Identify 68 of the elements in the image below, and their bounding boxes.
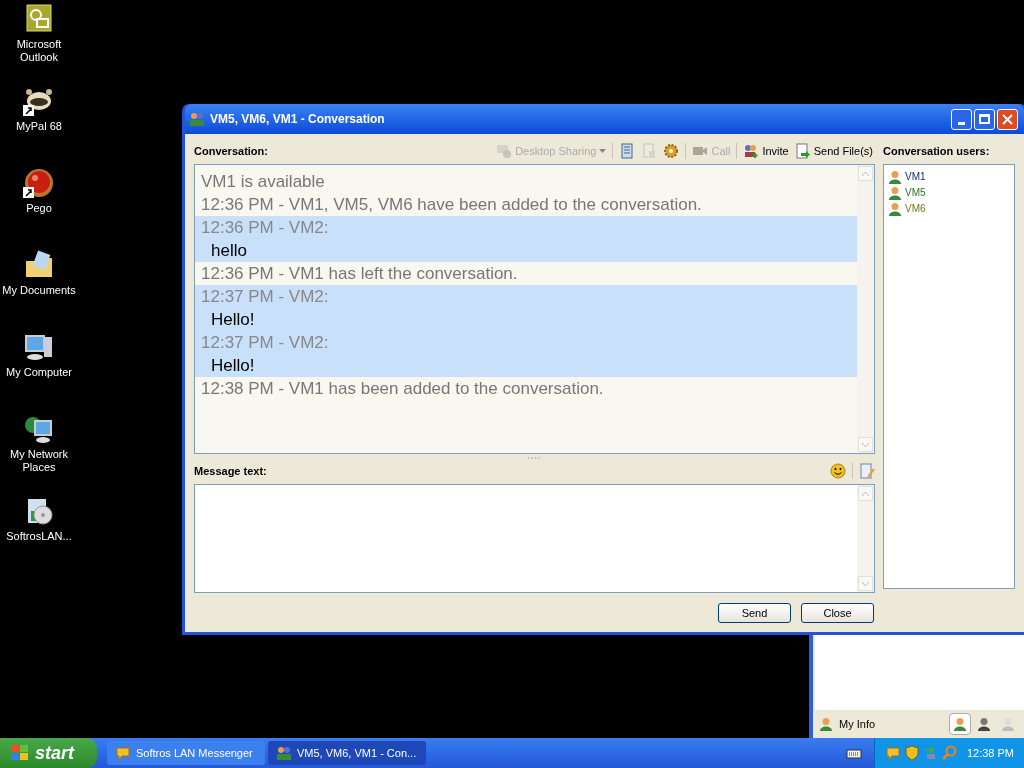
taskbar-button[interactable]: VM5, VM6, VM1 - Con... [268, 741, 426, 765]
document-pen-icon[interactable] [859, 463, 875, 479]
chevron-up-icon [862, 491, 869, 496]
toolbar-button[interactable]: Invite [741, 141, 791, 161]
shield-icon[interactable] [904, 745, 919, 761]
person-icon [953, 717, 967, 731]
status-line: 12:36 PM - VM1 has left the conversation. [200, 263, 519, 285]
desktop-icon-label[interactable]: SoftrosLAN... [6, 530, 72, 543]
desktop-icon-label[interactable]: Pego [26, 202, 52, 215]
chevron-down-icon [862, 581, 869, 586]
user-name[interactable]: VM1 [905, 169, 926, 184]
windows-logo-icon [10, 744, 30, 762]
person-icon [819, 717, 833, 731]
message-text-label: Message text: [194, 463, 267, 479]
person-icon [977, 717, 991, 731]
notebook-icon [619, 143, 636, 159]
shortcut-arrow-icon [23, 187, 34, 198]
minimize-button[interactable] [951, 108, 972, 130]
user-name[interactable]: VM5 [905, 185, 926, 200]
desktop-icon-label[interactable]: My Computer [6, 366, 72, 379]
chevron-down-icon [862, 442, 869, 447]
desktop-icon-label[interactable]: My Network Places [0, 448, 78, 474]
desktop-icon-label[interactable]: Microsoft Outlook [0, 38, 78, 64]
desktop-icon-label[interactable]: MyPal 68 [16, 120, 62, 133]
person-icon [888, 185, 902, 200]
people-icon [276, 746, 292, 760]
dialog-button[interactable]: Send [718, 603, 791, 623]
conversation-label: Conversation: [194, 143, 268, 159]
status-line: 12:38 PM - VM1 has been added to the conversation. [200, 378, 605, 400]
conversation-users-label: Conversation users: [883, 143, 990, 159]
dialog-button[interactable]: Close [801, 603, 874, 623]
clock: 12:38 PM [966, 745, 1014, 761]
status-line: 12:36 PM - VM1, VM5, VM6 have been added to the conversation. [200, 194, 703, 216]
caret-icon [599, 149, 607, 153]
people-icon [189, 112, 205, 126]
people-plus-icon [743, 143, 760, 159]
gear-icon [663, 143, 680, 159]
chevron-up-icon [862, 171, 869, 176]
person-icon [888, 169, 902, 184]
keyboard-icon[interactable] [845, 747, 862, 759]
message-header: 12:36 PM - VM2: [201, 217, 330, 239]
window-title: VM5, VM6, VM1 - Conversation [210, 111, 385, 128]
person-icon [1001, 717, 1015, 731]
my-info-label[interactable]: My Info [839, 715, 876, 733]
message-header: 12:37 PM - VM2: [201, 332, 330, 354]
close-icon [1002, 113, 1013, 125]
speech-bubble-icon[interactable] [884, 745, 901, 761]
document-icon [641, 143, 658, 159]
user-name[interactable]: VM6 [905, 201, 926, 216]
desktop-icon-label[interactable]: My Documents [2, 284, 76, 297]
status-button[interactable] [949, 713, 971, 735]
message-text: hello [210, 240, 248, 262]
message-input[interactable] [194, 484, 875, 593]
person-icon [888, 201, 902, 216]
maximize-button[interactable] [974, 108, 995, 130]
toolbar-button[interactable]: Send File(s) [792, 141, 875, 161]
taskbar-button[interactable]: Softros LAN Messenger [107, 741, 265, 765]
message-text: Hello! [210, 309, 256, 331]
shortcut-arrow-icon [23, 105, 34, 116]
ball-icon[interactable] [23, 167, 55, 199]
message-header: 12:37 PM - VM2: [201, 286, 330, 308]
screen-icon [496, 143, 513, 159]
message-text: Hello! [210, 355, 256, 377]
close-button[interactable] [997, 108, 1018, 130]
smiley-icon[interactable] [830, 463, 846, 479]
start-button[interactable]: start [0, 738, 97, 768]
speech-bubble-icon [115, 745, 131, 761]
status-line: VM1 is available [200, 171, 326, 193]
